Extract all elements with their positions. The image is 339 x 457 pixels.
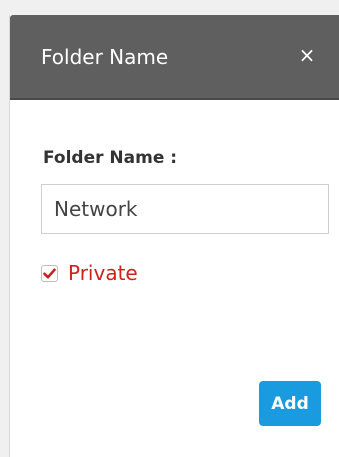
add-button[interactable]: Add bbox=[259, 381, 321, 426]
close-icon[interactable]: × bbox=[293, 41, 321, 69]
folder-name-label: Folder Name : bbox=[43, 148, 178, 168]
dialog-header: Folder Name × bbox=[10, 15, 339, 100]
folder-name-dialog: Folder Name × Folder Name : Private Add bbox=[9, 15, 339, 457]
dialog-title: Folder Name bbox=[41, 45, 169, 69]
private-label: Private bbox=[68, 261, 138, 285]
private-checkbox[interactable] bbox=[41, 264, 58, 282]
checkmark-icon bbox=[43, 268, 56, 278]
private-checkbox-row[interactable]: Private bbox=[41, 260, 138, 286]
folder-name-input[interactable] bbox=[41, 184, 329, 234]
